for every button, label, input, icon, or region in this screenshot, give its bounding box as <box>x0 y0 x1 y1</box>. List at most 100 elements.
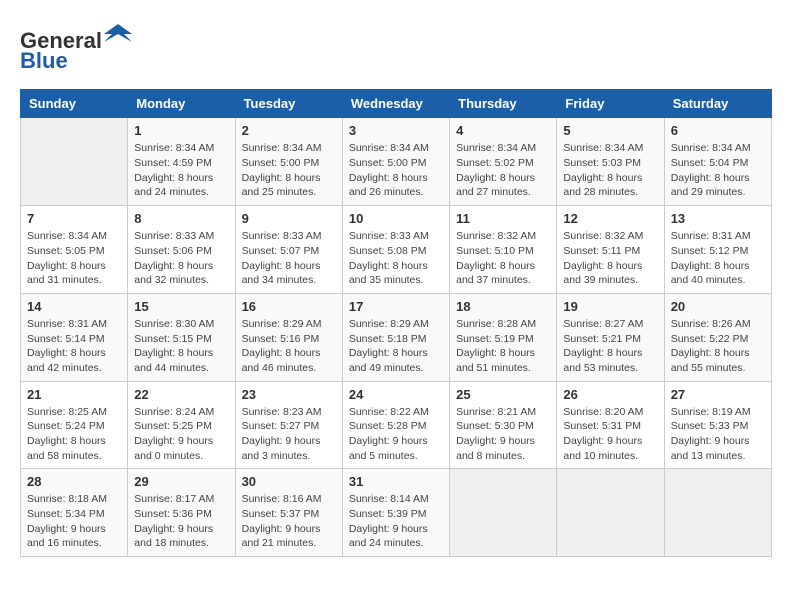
cell-content: Sunrise: 8:34 AMSunset: 5:00 PMDaylight:… <box>242 141 336 200</box>
cell-content: Sunrise: 8:14 AMSunset: 5:39 PMDaylight:… <box>349 492 443 551</box>
calendar-cell: 25 Sunrise: 8:21 AMSunset: 5:30 PMDayligh… <box>450 381 557 469</box>
calendar-cell: 7 Sunrise: 8:34 AMSunset: 5:05 PMDaylight… <box>21 206 128 294</box>
day-number: 24 <box>349 387 443 402</box>
cell-content: Sunrise: 8:34 AMSunset: 5:02 PMDaylight:… <box>456 141 550 200</box>
calendar-cell: 18 Sunrise: 8:28 AMSunset: 5:19 PMDayligh… <box>450 293 557 381</box>
day-number: 28 <box>27 474 121 489</box>
day-number: 7 <box>27 211 121 226</box>
cell-content: Sunrise: 8:32 AMSunset: 5:10 PMDaylight:… <box>456 229 550 288</box>
calendar-week-4: 21 Sunrise: 8:25 AMSunset: 5:24 PMDayligh… <box>21 381 772 469</box>
cell-content: Sunrise: 8:31 AMSunset: 5:14 PMDaylight:… <box>27 317 121 376</box>
cell-content: Sunrise: 8:33 AMSunset: 5:07 PMDaylight:… <box>242 229 336 288</box>
day-number: 26 <box>563 387 657 402</box>
calendar-cell <box>450 469 557 557</box>
calendar-cell: 26 Sunrise: 8:20 AMSunset: 5:31 PMDayligh… <box>557 381 664 469</box>
day-number: 30 <box>242 474 336 489</box>
day-number: 23 <box>242 387 336 402</box>
cell-content: Sunrise: 8:29 AMSunset: 5:18 PMDaylight:… <box>349 317 443 376</box>
calendar-cell: 6 Sunrise: 8:34 AMSunset: 5:04 PMDaylight… <box>664 118 771 206</box>
day-number: 25 <box>456 387 550 402</box>
day-number: 6 <box>671 123 765 138</box>
cell-content: Sunrise: 8:34 AMSunset: 4:59 PMDaylight:… <box>134 141 228 200</box>
calendar-cell: 10 Sunrise: 8:33 AMSunset: 5:08 PMDayligh… <box>342 206 449 294</box>
cell-content: Sunrise: 8:18 AMSunset: 5:34 PMDaylight:… <box>27 492 121 551</box>
cell-content: Sunrise: 8:19 AMSunset: 5:33 PMDaylight:… <box>671 405 765 464</box>
calendar-table: SundayMondayTuesdayWednesdayThursdayFrid… <box>20 89 772 557</box>
calendar-cell: 29 Sunrise: 8:17 AMSunset: 5:36 PMDayligh… <box>128 469 235 557</box>
calendar-cell: 11 Sunrise: 8:32 AMSunset: 5:10 PMDayligh… <box>450 206 557 294</box>
weekday-header-friday: Friday <box>557 90 664 118</box>
day-number: 9 <box>242 211 336 226</box>
day-number: 3 <box>349 123 443 138</box>
day-number: 16 <box>242 299 336 314</box>
day-number: 11 <box>456 211 550 226</box>
weekday-header-row: SundayMondayTuesdayWednesdayThursdayFrid… <box>21 90 772 118</box>
calendar-cell: 21 Sunrise: 8:25 AMSunset: 5:24 PMDayligh… <box>21 381 128 469</box>
calendar-cell: 17 Sunrise: 8:29 AMSunset: 5:18 PMDayligh… <box>342 293 449 381</box>
calendar-cell: 19 Sunrise: 8:27 AMSunset: 5:21 PMDayligh… <box>557 293 664 381</box>
day-number: 29 <box>134 474 228 489</box>
day-number: 10 <box>349 211 443 226</box>
cell-content: Sunrise: 8:25 AMSunset: 5:24 PMDaylight:… <box>27 405 121 464</box>
day-number: 22 <box>134 387 228 402</box>
calendar-week-1: 1Sunrise: 8:34 AMSunset: 4:59 PMDaylight… <box>21 118 772 206</box>
calendar-cell: 2Sunrise: 8:34 AMSunset: 5:00 PMDaylight… <box>235 118 342 206</box>
calendar-cell: 27 Sunrise: 8:19 AMSunset: 5:33 PMDayligh… <box>664 381 771 469</box>
cell-content: Sunrise: 8:31 AMSunset: 5:12 PMDaylight:… <box>671 229 765 288</box>
calendar-cell: 23Sunrise: 8:23 AMSunset: 5:27 PMDayligh… <box>235 381 342 469</box>
cell-content: Sunrise: 8:16 AMSunset: 5:37 PMDaylight:… <box>242 492 336 551</box>
calendar-cell: 8 Sunrise: 8:33 AMSunset: 5:06 PMDaylight… <box>128 206 235 294</box>
calendar-cell: 31 Sunrise: 8:14 AMSunset: 5:39 PMDayligh… <box>342 469 449 557</box>
weekday-header-tuesday: Tuesday <box>235 90 342 118</box>
logo-bird-icon <box>104 20 132 48</box>
cell-content: Sunrise: 8:34 AMSunset: 5:00 PMDaylight:… <box>349 141 443 200</box>
calendar-cell <box>557 469 664 557</box>
day-number: 8 <box>134 211 228 226</box>
weekday-header-saturday: Saturday <box>664 90 771 118</box>
calendar-cell: 3 Sunrise: 8:34 AMSunset: 5:00 PMDaylight… <box>342 118 449 206</box>
cell-content: Sunrise: 8:22 AMSunset: 5:28 PMDaylight:… <box>349 405 443 464</box>
calendar-cell: 30 Sunrise: 8:16 AMSunset: 5:37 PMDayligh… <box>235 469 342 557</box>
calendar-cell: 12 Sunrise: 8:32 AMSunset: 5:11 PMDayligh… <box>557 206 664 294</box>
day-number: 31 <box>349 474 443 489</box>
cell-content: Sunrise: 8:33 AMSunset: 5:06 PMDaylight:… <box>134 229 228 288</box>
day-number: 17 <box>349 299 443 314</box>
calendar-cell: 15 Sunrise: 8:30 AMSunset: 5:15 PMDayligh… <box>128 293 235 381</box>
cell-content: Sunrise: 8:29 AMSunset: 5:16 PMDaylight:… <box>242 317 336 376</box>
logo: General Blue <box>20 20 132 73</box>
day-number: 5 <box>563 123 657 138</box>
cell-content: Sunrise: 8:17 AMSunset: 5:36 PMDaylight:… <box>134 492 228 551</box>
cell-content: Sunrise: 8:34 AMSunset: 5:03 PMDaylight:… <box>563 141 657 200</box>
calendar-cell: 14Sunrise: 8:31 AMSunset: 5:14 PMDayligh… <box>21 293 128 381</box>
weekday-header-monday: Monday <box>128 90 235 118</box>
calendar-cell: 1Sunrise: 8:34 AMSunset: 4:59 PMDaylight… <box>128 118 235 206</box>
cell-content: Sunrise: 8:33 AMSunset: 5:08 PMDaylight:… <box>349 229 443 288</box>
day-number: 15 <box>134 299 228 314</box>
cell-content: Sunrise: 8:34 AMSunset: 5:05 PMDaylight:… <box>27 229 121 288</box>
cell-content: Sunrise: 8:26 AMSunset: 5:22 PMDaylight:… <box>671 317 765 376</box>
day-number: 19 <box>563 299 657 314</box>
page-header: General Blue <box>20 20 772 73</box>
calendar-cell <box>664 469 771 557</box>
cell-content: Sunrise: 8:30 AMSunset: 5:15 PMDaylight:… <box>134 317 228 376</box>
calendar-cell: 5 Sunrise: 8:34 AMSunset: 5:03 PMDaylight… <box>557 118 664 206</box>
calendar-cell: 4Sunrise: 8:34 AMSunset: 5:02 PMDaylight… <box>450 118 557 206</box>
weekday-header-sunday: Sunday <box>21 90 128 118</box>
cell-content: Sunrise: 8:21 AMSunset: 5:30 PMDaylight:… <box>456 405 550 464</box>
calendar-cell: 24 Sunrise: 8:22 AMSunset: 5:28 PMDayligh… <box>342 381 449 469</box>
day-number: 12 <box>563 211 657 226</box>
cell-content: Sunrise: 8:32 AMSunset: 5:11 PMDaylight:… <box>563 229 657 288</box>
day-number: 27 <box>671 387 765 402</box>
calendar-cell: 9 Sunrise: 8:33 AMSunset: 5:07 PMDaylight… <box>235 206 342 294</box>
weekday-header-thursday: Thursday <box>450 90 557 118</box>
cell-content: Sunrise: 8:27 AMSunset: 5:21 PMDaylight:… <box>563 317 657 376</box>
cell-content: Sunrise: 8:28 AMSunset: 5:19 PMDaylight:… <box>456 317 550 376</box>
cell-content: Sunrise: 8:34 AMSunset: 5:04 PMDaylight:… <box>671 141 765 200</box>
day-number: 18 <box>456 299 550 314</box>
day-number: 21 <box>27 387 121 402</box>
calendar-week-5: 28 Sunrise: 8:18 AMSunset: 5:34 PMDayligh… <box>21 469 772 557</box>
logo-blue-text: Blue <box>20 48 68 73</box>
cell-content: Sunrise: 8:24 AMSunset: 5:25 PMDaylight:… <box>134 405 228 464</box>
cell-content: Sunrise: 8:20 AMSunset: 5:31 PMDaylight:… <box>563 405 657 464</box>
day-number: 13 <box>671 211 765 226</box>
